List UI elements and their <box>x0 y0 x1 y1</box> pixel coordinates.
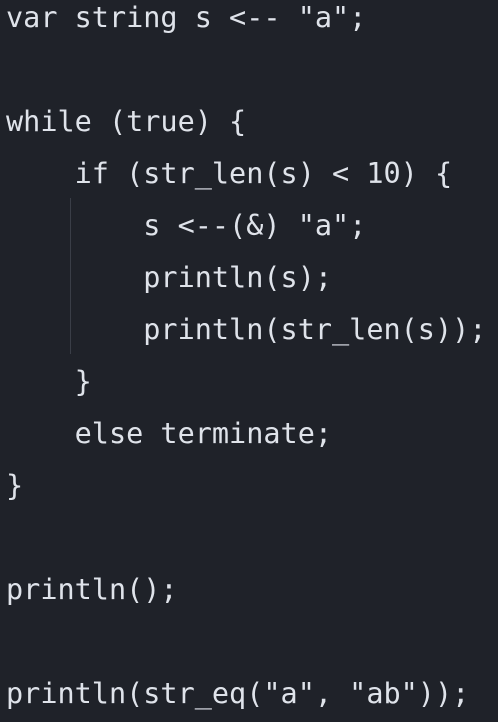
code-line-4[interactable]: if (str_len(s) < 10) { <box>6 148 453 200</box>
code-line-9[interactable]: else terminate; <box>6 408 332 460</box>
code-line-10[interactable]: } <box>6 460 23 512</box>
code-line-5[interactable]: s <--(&) "a"; <box>6 200 366 252</box>
code-line-12[interactable]: println(); <box>6 564 178 616</box>
code-line-14[interactable]: println(str_eq("a", "ab")); <box>6 668 469 720</box>
code-line-7[interactable]: println(str_len(s)); <box>6 304 486 356</box>
code-line-1[interactable]: var string s <-- "a"; <box>6 0 366 44</box>
code-line-8[interactable]: } <box>6 356 92 408</box>
code-line-3[interactable]: while (true) { <box>6 96 246 148</box>
code-line-6[interactable]: println(s); <box>6 252 332 304</box>
code-editor[interactable]: var string s <-- "a"; while (true) { if … <box>0 0 498 722</box>
